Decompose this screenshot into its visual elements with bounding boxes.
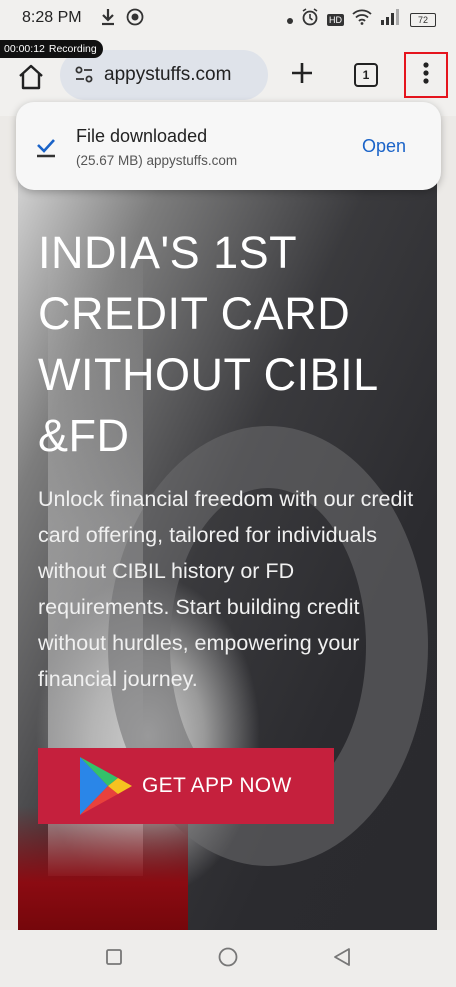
status-time: 8:28 PM [22,9,82,26]
home-icon [17,64,45,95]
square-icon [105,948,123,971]
circle-icon [217,946,239,973]
hero-headline: INDIA'S 1ST CREDIT CARD WITHOUT CIBIL &F… [38,227,378,461]
recording-label: Recording [48,43,97,55]
get-app-button[interactable]: GET APP NOW [38,748,334,824]
alarm-icon [301,8,319,31]
back-triangle-icon [332,947,352,972]
record-icon [126,8,144,31]
site-settings-icon[interactable] [74,65,94,85]
plus-icon [290,61,314,90]
status-right-icons: HD 72 [287,8,436,31]
download-title: File downloaded [76,126,208,146]
more-menu-button[interactable] [404,52,448,98]
url-text[interactable]: appystuffs.com [104,64,231,86]
download-notification: File downloaded (25.67 MB) appystuffs.co… [16,102,441,190]
hd-badge: HD [327,13,344,26]
dot-icon [287,11,293,29]
open-download-button[interactable]: Open [362,136,406,157]
more-menu-icon [422,61,430,90]
system-nav-bar [0,930,456,987]
download-details: (25.67 MB) appystuffs.com [76,153,238,168]
play-store-icon [76,755,134,817]
background-shape [18,806,188,930]
hero-description: Unlock financial freedom with our credit… [38,487,414,691]
status-bar: 8:28 PM HD 72 [0,0,456,40]
get-app-label: GET APP NOW [142,774,292,797]
recording-timer: 00:00:12 [4,43,45,55]
battery-icon: 72 [410,12,436,27]
home-button[interactable] [14,62,48,96]
download-icon [100,8,116,31]
recording-indicator: 00:00:12 Recording [0,40,103,58]
tab-switcher-button[interactable]: 1 [349,58,383,92]
tab-count: 1 [354,63,378,87]
new-tab-button[interactable] [285,58,319,92]
signal-icon [380,9,402,30]
web-content: INDIA'S 1ST CREDIT CARD WITHOUT CIBIL &F… [18,116,437,930]
wifi-icon [352,9,372,30]
home-nav-button[interactable] [215,946,241,972]
status-left-icons [100,8,144,31]
recents-button[interactable] [101,946,127,972]
download-done-icon [36,136,56,158]
back-button[interactable] [329,946,355,972]
